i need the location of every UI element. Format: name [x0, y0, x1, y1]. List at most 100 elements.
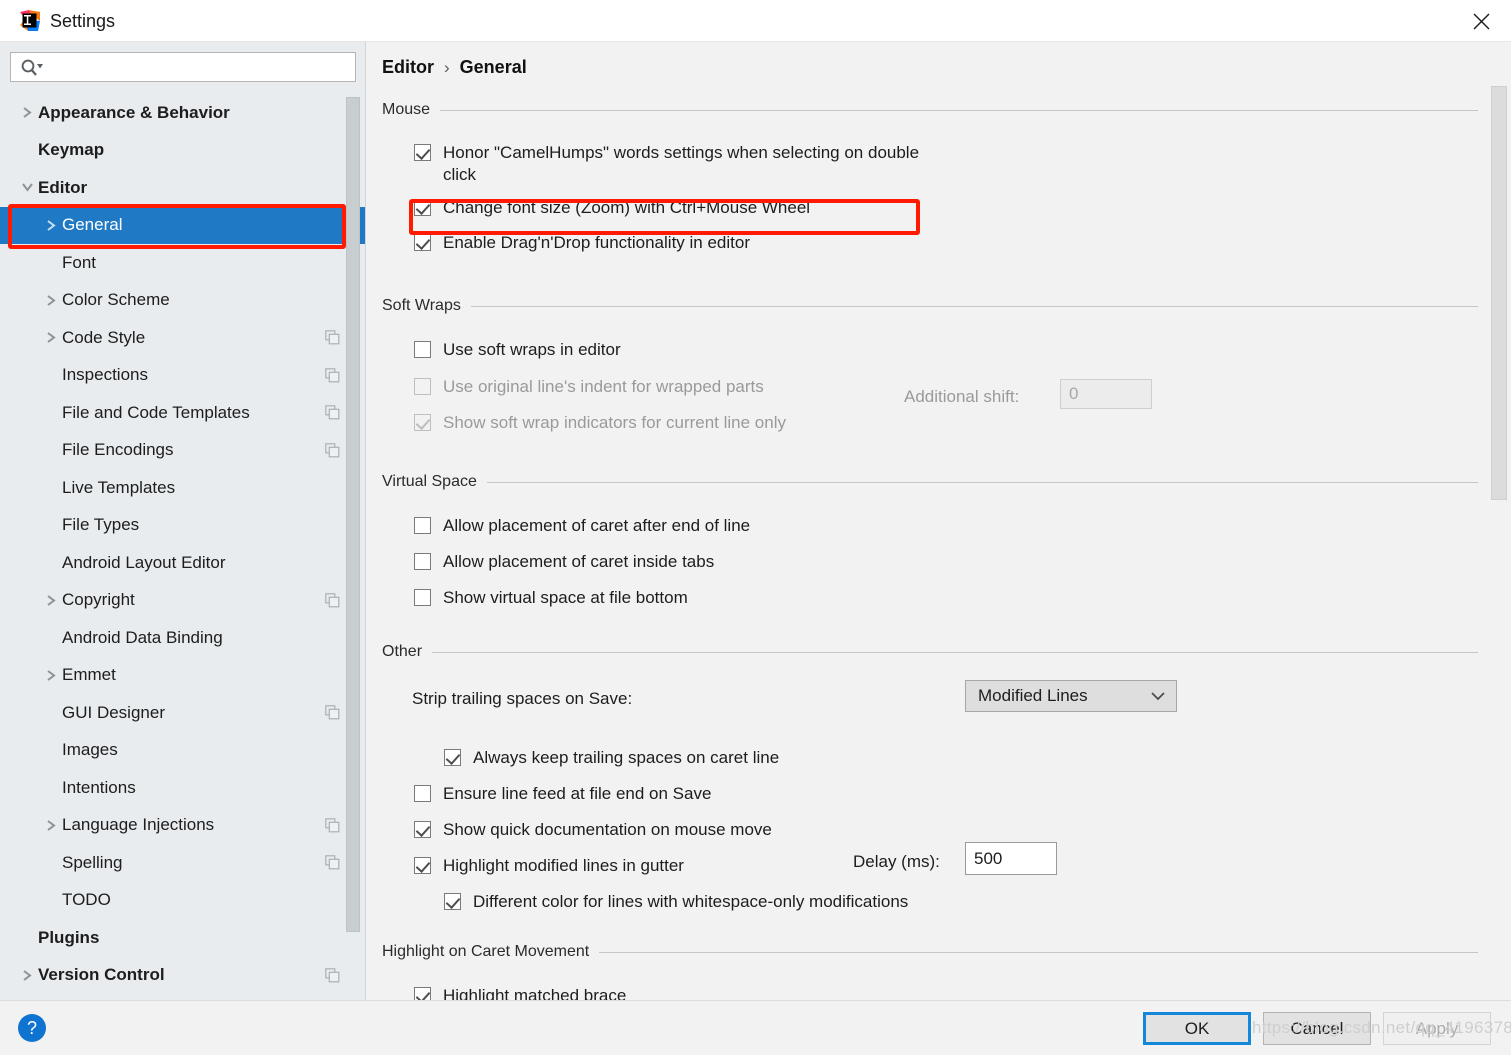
checkbox-caret-after-end-of-line[interactable] — [414, 517, 431, 534]
checkbox-ensure-line-feed[interactable] — [414, 785, 431, 802]
checkbox-row-show-virtual-space-bottom[interactable]: Show virtual space at file bottom — [414, 587, 1478, 609]
chevron-right-icon[interactable] — [40, 657, 62, 695]
checkbox-always-keep-trailing-spaces[interactable] — [444, 749, 461, 766]
content-scrollbar-thumb[interactable] — [1491, 86, 1507, 500]
checkbox-label: Highlight modified lines in gutter — [443, 856, 684, 875]
checkbox-show-quick-documentation[interactable] — [414, 821, 431, 838]
sidebar-item-gui-designer[interactable]: GUI Designer — [0, 694, 366, 732]
sidebar-item-keymap[interactable]: Keymap — [0, 132, 366, 170]
breadcrumb-parent[interactable]: Editor — [382, 57, 434, 78]
sidebar-item-emmet[interactable]: Emmet — [0, 657, 366, 695]
chevron-right-icon[interactable] — [16, 957, 38, 995]
sidebar-item-version-control[interactable]: Version Control — [0, 957, 366, 995]
close-icon[interactable] — [1451, 0, 1511, 42]
search-input[interactable] — [47, 53, 353, 81]
chevron-right-icon[interactable] — [40, 207, 62, 245]
chevron-down-icon[interactable] — [16, 169, 38, 207]
checkbox-row-caret-inside-tabs[interactable]: Allow placement of caret inside tabs — [414, 551, 1478, 573]
copy-settings-icon[interactable] — [325, 330, 340, 345]
checkbox-row-change-font-size-zoom[interactable]: Change font size (Zoom) with Ctrl+Mouse … — [414, 197, 1478, 219]
copy-settings-icon[interactable] — [325, 367, 340, 383]
sidebar-item-plugins[interactable]: Plugins — [0, 919, 366, 957]
sidebar-item-todo[interactable]: TODO — [0, 882, 366, 920]
sidebar-item-android-layout-editor[interactable]: Android Layout Editor — [0, 544, 366, 582]
checkbox-enable-drag-n-drop[interactable] — [414, 234, 431, 251]
sidebar-item-label: Android Layout Editor — [62, 552, 226, 572]
settings-sidebar: Appearance & Behavior Keymap Editor General… — [0, 42, 366, 1000]
checkbox-row-enable-drag-n-drop[interactable]: Enable Drag'n'Drop functionality in edit… — [414, 232, 1478, 254]
checkbox-use-soft-wraps[interactable] — [414, 341, 431, 358]
chevron-right-icon[interactable] — [40, 282, 62, 320]
sidebar-item-language-injections[interactable]: Language Injections — [0, 807, 366, 845]
section-header-highlight-caret-movement: Highlight on Caret Movement — [382, 942, 1478, 962]
copy-settings-icon[interactable] — [325, 967, 340, 983]
copy-settings-icon[interactable] — [325, 817, 340, 833]
sidebar-item-color-scheme[interactable]: Color Scheme — [0, 282, 366, 320]
cancel-button[interactable]: Cancel — [1263, 1012, 1371, 1045]
sidebar-item-spelling[interactable]: Spelling — [0, 844, 366, 882]
sidebar-item-android-data-binding[interactable]: Android Data Binding — [0, 619, 366, 657]
section-highlight-caret-movement: Highlight on Caret Movement Highlight ma… — [382, 942, 1478, 1000]
checkbox-label: Different color for lines with whitespac… — [473, 892, 909, 911]
sidebar-item-label: File Encodings — [62, 440, 174, 460]
copy-settings-icon[interactable] — [325, 705, 340, 720]
chevron-right-icon[interactable] — [40, 319, 62, 357]
checkbox-highlight-matched-brace[interactable] — [414, 987, 431, 1000]
sidebar-item-live-templates[interactable]: Live Templates — [0, 469, 366, 507]
section-title: Soft Wraps — [382, 297, 461, 314]
sidebar-item-label: Spelling — [62, 852, 123, 872]
copy-settings-icon[interactable] — [325, 592, 340, 608]
checkbox-label: Allow placement of caret after end of li… — [443, 516, 751, 535]
copy-settings-icon[interactable] — [325, 405, 340, 420]
checkbox-caret-inside-tabs[interactable] — [414, 553, 431, 570]
title-bar: Settings — [0, 0, 1511, 42]
checkbox-change-font-size-zoom[interactable] — [414, 199, 431, 216]
search-icon — [19, 58, 45, 78]
sidebar-item-editor[interactable]: Editor — [0, 169, 366, 207]
checkbox-highlight-modified-lines[interactable] — [414, 857, 431, 874]
sidebar-item-file-types[interactable]: File Types — [0, 507, 366, 545]
help-icon-label: ? — [26, 1017, 37, 1038]
checkbox-row-highlight-matched-brace[interactable]: Highlight matched brace — [414, 985, 1478, 1000]
sidebar-item-intentions[interactable]: Intentions — [0, 769, 366, 807]
checkbox-row-ensure-line-feed[interactable]: Ensure line feed at file end on Save — [414, 783, 1478, 805]
sidebar-item-general[interactable]: General — [0, 206, 366, 245]
sidebar-item-file-and-code-templates[interactable]: File and Code Templates — [0, 394, 366, 432]
copy-settings-icon[interactable] — [325, 442, 340, 458]
search-box[interactable] — [10, 52, 356, 82]
section-title: Other — [382, 643, 423, 660]
checkbox-honor-camelhumps[interactable] — [414, 144, 431, 161]
checkbox-row-different-color-whitespace[interactable]: Different color for lines with whitespac… — [444, 891, 1478, 913]
ok-button[interactable]: OK — [1143, 1012, 1251, 1045]
sidebar-item-code-style[interactable]: Code Style — [0, 319, 366, 357]
checkbox-row-caret-after-end-of-line[interactable]: Allow placement of caret after end of li… — [414, 515, 1478, 537]
chevron-right-icon[interactable] — [16, 94, 38, 132]
dialog-footer: ? OK Cancel Apply — [0, 1000, 1511, 1055]
additional-shift-input — [1060, 379, 1152, 409]
checkbox-row-show-quick-documentation[interactable]: Show quick documentation on mouse move — [414, 819, 1478, 841]
checkbox-show-virtual-space-bottom[interactable] — [414, 589, 431, 606]
checkbox-label: Honor "CamelHumps" words settings when s… — [443, 143, 920, 184]
checkbox-row-always-keep-trailing-spaces[interactable]: Always keep trailing spaces on caret lin… — [444, 747, 1478, 769]
sidebar-item-file-encodings[interactable]: File Encodings — [0, 432, 366, 470]
checkbox-row-honor-camelhumps[interactable]: Honor "CamelHumps" words settings when s… — [414, 142, 1478, 186]
checkbox-different-color-whitespace[interactable] — [444, 893, 461, 910]
sidebar-item-font[interactable]: Font — [0, 244, 366, 282]
sidebar-item-label: Intentions — [62, 777, 136, 797]
chevron-right-icon[interactable] — [40, 582, 62, 620]
sidebar-item-inspections[interactable]: Inspections — [0, 357, 366, 395]
sidebar-scrollbar-thumb[interactable] — [346, 97, 360, 932]
strip-trailing-spaces-select[interactable]: Modified Lines — [965, 680, 1177, 712]
copy-settings-icon[interactable] — [325, 855, 340, 870]
help-icon[interactable]: ? — [18, 1014, 46, 1042]
section-rule — [470, 305, 1478, 307]
settings-dialog: Settings Appearance & Behavior Keymap Edit… — [0, 0, 1511, 1055]
sidebar-item-copyright[interactable]: Copyright — [0, 582, 366, 620]
checkbox-label: Use original line's indent for wrapped p… — [443, 377, 764, 396]
sidebar-item-appearance-behavior[interactable]: Appearance & Behavior — [0, 94, 366, 132]
checkbox-label: Always keep trailing spaces on caret lin… — [473, 748, 780, 767]
sidebar-item-images[interactable]: Images — [0, 732, 366, 770]
checkbox-row-use-soft-wraps[interactable]: Use soft wraps in editor — [414, 339, 1478, 361]
checkbox-row-highlight-modified-lines[interactable]: Highlight modified lines in gutter — [414, 855, 1478, 877]
chevron-right-icon[interactable] — [40, 807, 62, 845]
